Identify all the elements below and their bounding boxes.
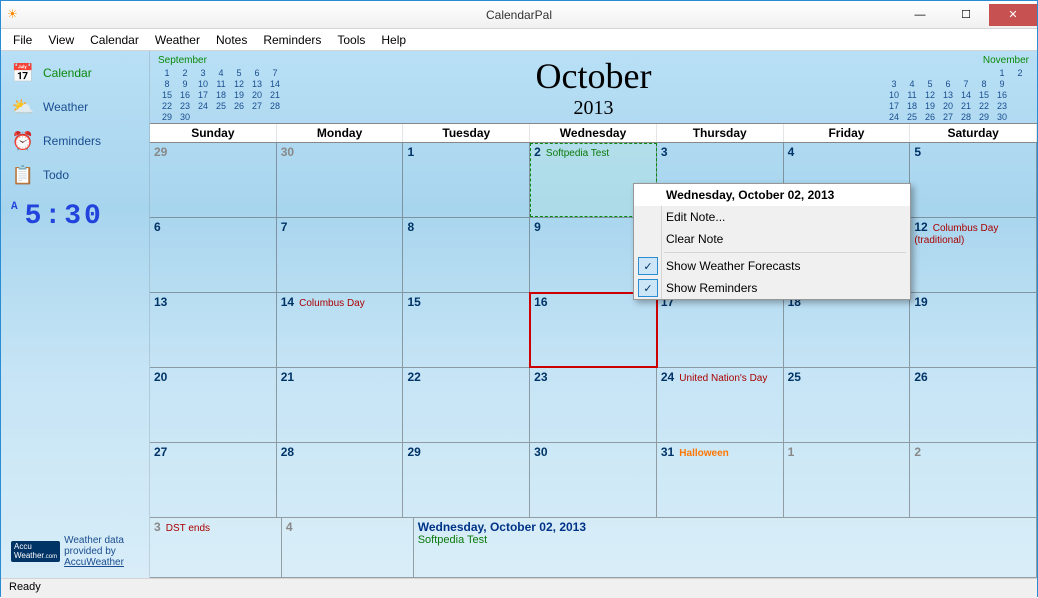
app-icon: ☀: [7, 7, 23, 23]
day-cell[interactable]: 3 DST ends: [150, 518, 282, 577]
day-cell[interactable]: 22: [403, 368, 530, 442]
calendar-area: September 123456789101112131415161718192…: [149, 51, 1037, 578]
day-cell[interactable]: 16: [530, 293, 657, 367]
digital-clock: A5:30: [11, 201, 145, 232]
sidebar-item-label: Todo: [43, 168, 69, 182]
prev-month-mini[interactable]: September 123456789101112131415161718192…: [150, 51, 310, 123]
weather-icon: ⛅: [11, 95, 35, 119]
menu-weather[interactable]: Weather: [147, 31, 208, 49]
day-cell[interactable]: 21: [277, 368, 404, 442]
day-cell[interactable]: 17: [657, 293, 784, 367]
context-item-show-weather-forecasts[interactable]: ✓Show Weather Forecasts: [634, 255, 910, 277]
sidebar-item-label: Weather: [43, 100, 88, 114]
context-item-show-reminders[interactable]: ✓Show Reminders: [634, 277, 910, 299]
sidebar: 📅 Calendar ⛅ Weather ⏰ Reminders 📋 Todo A5:30 A…: [1, 51, 149, 578]
day-cell[interactable]: 12 Columbus Day (traditional): [910, 218, 1037, 292]
accuweather-badge: AccuWeather.com: [11, 541, 60, 563]
day-cell[interactable]: 5: [910, 143, 1037, 217]
context-item-edit-note-[interactable]: Edit Note...: [634, 206, 910, 228]
day-cell[interactable]: 7: [277, 218, 404, 292]
check-icon: ✓: [638, 257, 658, 275]
day-cell[interactable]: 4: [282, 518, 414, 577]
close-button[interactable]: ✕: [989, 4, 1037, 26]
day-cell[interactable]: 27: [150, 443, 277, 517]
day-cell[interactable]: 1: [784, 443, 911, 517]
day-cell[interactable]: 15: [403, 293, 530, 367]
day-cell[interactable]: 25: [784, 368, 911, 442]
day-cell[interactable]: 30: [530, 443, 657, 517]
check-icon: ✓: [638, 279, 658, 297]
minimize-button[interactable]: —: [897, 4, 943, 26]
day-of-week-header: SundayMondayTuesdayWednesdayThursdayFrid…: [150, 123, 1037, 143]
day-cell[interactable]: 23: [530, 368, 657, 442]
day-cell[interactable]: 8: [403, 218, 530, 292]
sidebar-item-label: Calendar: [43, 66, 92, 80]
sidebar-item-label: Reminders: [43, 134, 101, 148]
context-menu: Wednesday, October 02, 2013Edit Note...C…: [633, 183, 911, 300]
sidebar-item-calendar[interactable]: 📅 Calendar: [5, 57, 145, 89]
titlebar: ☀ CalendarPal — ☐ ✕: [1, 1, 1037, 29]
menu-view[interactable]: View: [40, 31, 82, 49]
weather-credit: AccuWeather.com Weather data provided by…: [5, 529, 145, 574]
menu-calendar[interactable]: Calendar: [82, 31, 147, 49]
accuweather-link[interactable]: AccuWeather: [64, 557, 124, 568]
menu-file[interactable]: File: [5, 31, 40, 49]
day-cell[interactable]: 30: [277, 143, 404, 217]
day-cell[interactable]: 2: [910, 443, 1037, 517]
context-item-clear-note[interactable]: Clear Note: [634, 228, 910, 250]
dow-header: Wednesday: [530, 124, 657, 142]
menubar: FileViewCalendarWeatherNotesRemindersToo…: [1, 29, 1037, 51]
day-cell[interactable]: 18: [784, 293, 911, 367]
sidebar-item-weather[interactable]: ⛅ Weather: [5, 91, 145, 123]
statusbar: Ready: [1, 578, 1037, 598]
window-title: CalendarPal: [486, 8, 552, 22]
day-cell[interactable]: 26: [910, 368, 1037, 442]
day-cell[interactable]: 29: [150, 143, 277, 217]
status-text: Ready: [9, 581, 41, 593]
menu-tools[interactable]: Tools: [329, 31, 373, 49]
sidebar-item-reminders[interactable]: ⏰ Reminders: [5, 125, 145, 157]
maximize-button[interactable]: ☐: [943, 4, 989, 26]
dow-header: Saturday: [910, 124, 1037, 142]
context-header: Wednesday, October 02, 2013: [634, 184, 910, 206]
calendar-icon: 📅: [11, 61, 35, 85]
day-cell[interactable]: 31 Halloween: [657, 443, 784, 517]
menu-help[interactable]: Help: [373, 31, 414, 49]
dow-header: Thursday: [657, 124, 784, 142]
day-cell[interactable]: 1: [403, 143, 530, 217]
todo-icon: 📋: [11, 163, 35, 187]
menu-reminders[interactable]: Reminders: [255, 31, 329, 49]
month-title: October 2013: [310, 51, 877, 123]
selected-day-detail: Wednesday, October 02, 2013Softpedia Tes…: [414, 518, 1037, 577]
sidebar-item-todo[interactable]: 📋 Todo: [5, 159, 145, 191]
day-cell[interactable]: 24 United Nation's Day: [657, 368, 784, 442]
menu-notes[interactable]: Notes: [208, 31, 255, 49]
day-cell[interactable]: 13: [150, 293, 277, 367]
day-cell[interactable]: 6: [150, 218, 277, 292]
dow-header: Sunday: [150, 124, 277, 142]
day-cell[interactable]: 20: [150, 368, 277, 442]
day-cell[interactable]: 29: [403, 443, 530, 517]
dow-header: Friday: [784, 124, 911, 142]
reminders-icon: ⏰: [11, 129, 35, 153]
day-cell[interactable]: 28: [277, 443, 404, 517]
dow-header: Monday: [277, 124, 404, 142]
next-month-mini[interactable]: November 1234567891011121314151617181920…: [877, 51, 1037, 123]
day-cell[interactable]: 19: [910, 293, 1037, 367]
dow-header: Tuesday: [403, 124, 530, 142]
day-cell[interactable]: 14 Columbus Day: [277, 293, 404, 367]
